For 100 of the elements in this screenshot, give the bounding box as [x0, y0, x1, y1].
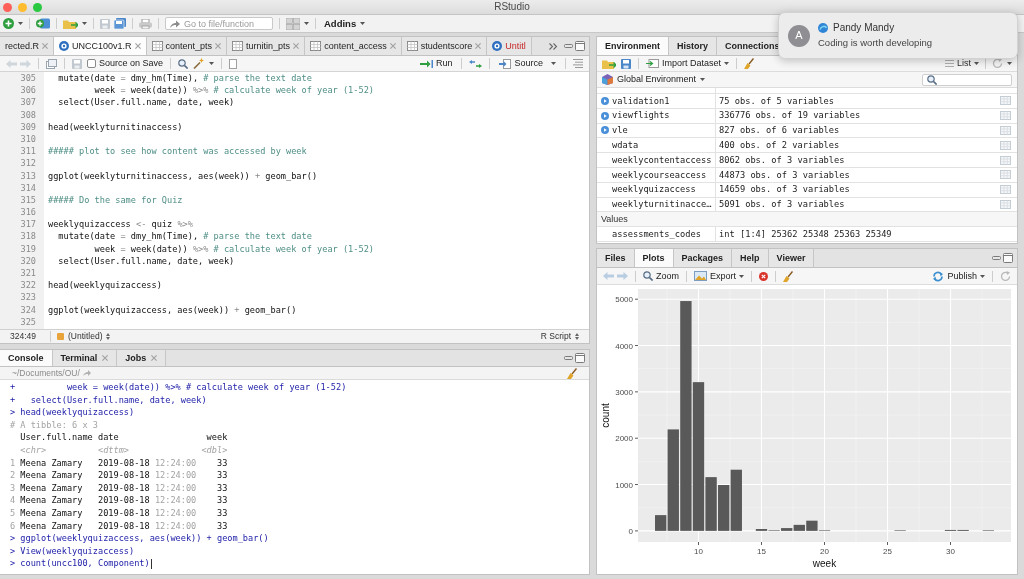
close-icon[interactable]	[134, 43, 141, 49]
caret-icon[interactable]	[980, 274, 985, 278]
console-line: > View(weeklyquizaccess)	[10, 544, 135, 558]
magnifier-icon[interactable]	[643, 271, 653, 281]
close-icon[interactable]	[215, 43, 222, 49]
broom-icon[interactable]	[744, 58, 755, 69]
save-icon[interactable]	[621, 58, 631, 69]
scope-selector[interactable]: (Untitled)	[68, 332, 111, 341]
refresh-icon[interactable]	[992, 58, 1003, 69]
maximize-pane-icon[interactable]	[1003, 253, 1013, 263]
checkbox-label[interactable]: Source on Save	[99, 59, 164, 68]
arrow-right-icon[interactable]	[419, 59, 433, 68]
table-icon[interactable]	[232, 41, 244, 51]
script-file-icon[interactable]	[59, 41, 69, 51]
console-line: 5 Meena Zamary 2019-08-18 12:24:00 33	[10, 506, 228, 520]
caret-icon[interactable]	[304, 22, 309, 25]
line-number: 309	[20, 120, 36, 133]
expand-icon[interactable]	[601, 111, 609, 120]
lines-icon[interactable]	[573, 59, 583, 68]
close-icon[interactable]	[3, 2, 12, 12]
search-icon[interactable]	[927, 74, 937, 85]
save-icon[interactable]	[100, 18, 110, 29]
caret-icon[interactable]	[974, 62, 979, 65]
caret-icon[interactable]	[724, 62, 730, 65]
close-icon[interactable]	[293, 43, 300, 49]
import-dataset-button[interactable]: Import Dataset	[646, 59, 730, 68]
refresh-icon[interactable]	[1000, 270, 1011, 282]
close-icon[interactable]	[151, 355, 158, 361]
plus-circle-icon[interactable]	[3, 18, 14, 29]
close-icon[interactable]	[389, 43, 396, 49]
close-icon[interactable]	[475, 43, 482, 49]
minimize-pane-icon[interactable]	[564, 356, 573, 360]
line-number: 306	[20, 84, 36, 97]
environment-selector[interactable]: Global Environment	[602, 74, 706, 85]
source-button[interactable]: Source	[497, 58, 558, 69]
export-menu[interactable]: Export	[694, 271, 745, 281]
maximize-pane-icon[interactable]	[575, 41, 585, 51]
window-icon[interactable]	[46, 58, 57, 69]
caret-icon[interactable]	[1007, 62, 1012, 65]
caret-icon[interactable]	[700, 78, 706, 81]
close-icon[interactable]	[42, 43, 48, 49]
search-field[interactable]: Go to file/function	[165, 17, 273, 30]
source-arrow-icon[interactable]	[499, 58, 512, 69]
zoom-button[interactable]: Zoom	[643, 271, 679, 281]
broom-icon[interactable]	[783, 270, 794, 282]
table-icon[interactable]	[310, 41, 322, 51]
arrows-icon[interactable]	[469, 59, 483, 68]
line-number: 322	[20, 279, 36, 292]
save-icon[interactable]	[72, 58, 82, 69]
caret-icon[interactable]	[82, 22, 87, 25]
search-field[interactable]	[922, 73, 1012, 86]
code-line: ##### Do the same for Quiz	[48, 193, 183, 207]
section-heading: Values	[601, 214, 628, 224]
checkbox[interactable]	[87, 59, 96, 68]
cube-icon[interactable]	[602, 74, 613, 85]
save-all-icon[interactable]	[114, 18, 126, 29]
script-file-icon[interactable]	[492, 41, 503, 51]
printer-icon[interactable]	[139, 18, 152, 29]
publish-menu[interactable]: Publish	[932, 270, 985, 282]
box-plus-icon[interactable]	[36, 18, 50, 29]
table-icon[interactable]	[406, 41, 418, 51]
publish-icon[interactable]	[932, 270, 945, 282]
view-mode-menu[interactable]: List	[945, 59, 979, 68]
caret-icon[interactable]	[360, 22, 366, 25]
run-button[interactable]: Run	[417, 59, 455, 68]
caret-icon[interactable]	[18, 22, 23, 25]
close-icon[interactable]	[102, 355, 109, 361]
file-type-selector[interactable]: R Script	[540, 332, 579, 341]
expand-icon[interactable]	[601, 126, 609, 135]
arrow-icon[interactable]	[170, 19, 180, 28]
wand-icon[interactable]	[193, 58, 205, 69]
delete-icon[interactable]	[759, 271, 769, 281]
maximize-pane-icon[interactable]	[575, 353, 585, 363]
table-icon[interactable]	[151, 41, 163, 51]
caret-icon[interactable]	[739, 274, 745, 278]
editor-tab[interactable]: UNCC100v1.R	[54, 37, 147, 55]
updown-caret-icon[interactable]	[575, 333, 579, 340]
list-icon[interactable]	[945, 60, 954, 67]
pane-tab[interactable]: Plots	[634, 249, 674, 267]
minimize-pane-icon[interactable]	[992, 256, 1001, 260]
tick-mark	[634, 345, 639, 346]
double-chevron-icon[interactable]	[549, 42, 558, 50]
pane-tab[interactable]: Environment	[597, 37, 669, 55]
search-icon[interactable]	[178, 58, 189, 69]
caret-icon[interactable]	[209, 62, 215, 65]
updown-caret-icon[interactable]	[106, 333, 111, 340]
caret-icon[interactable]	[551, 62, 556, 65]
zoom-icon[interactable]	[33, 2, 42, 12]
folder-icon[interactable]	[602, 58, 616, 69]
pane-tab[interactable]: Console	[0, 350, 53, 366]
arrow-icon[interactable]	[82, 370, 91, 376]
expand-icon[interactable]	[601, 96, 609, 105]
page-icon[interactable]	[229, 58, 238, 69]
notification-card[interactable]: A Pandy Mandy Coding is worth developing	[778, 12, 1018, 59]
broom-icon[interactable]	[567, 367, 577, 379]
image-icon[interactable]	[694, 271, 707, 281]
minimize-pane-icon[interactable]	[564, 44, 573, 48]
folder-icon[interactable]	[63, 18, 78, 29]
console-line: + week = week(date)) %>% # calculate week of year (1-52)	[10, 381, 347, 394]
addins-menu[interactable]: Addins	[322, 18, 368, 29]
